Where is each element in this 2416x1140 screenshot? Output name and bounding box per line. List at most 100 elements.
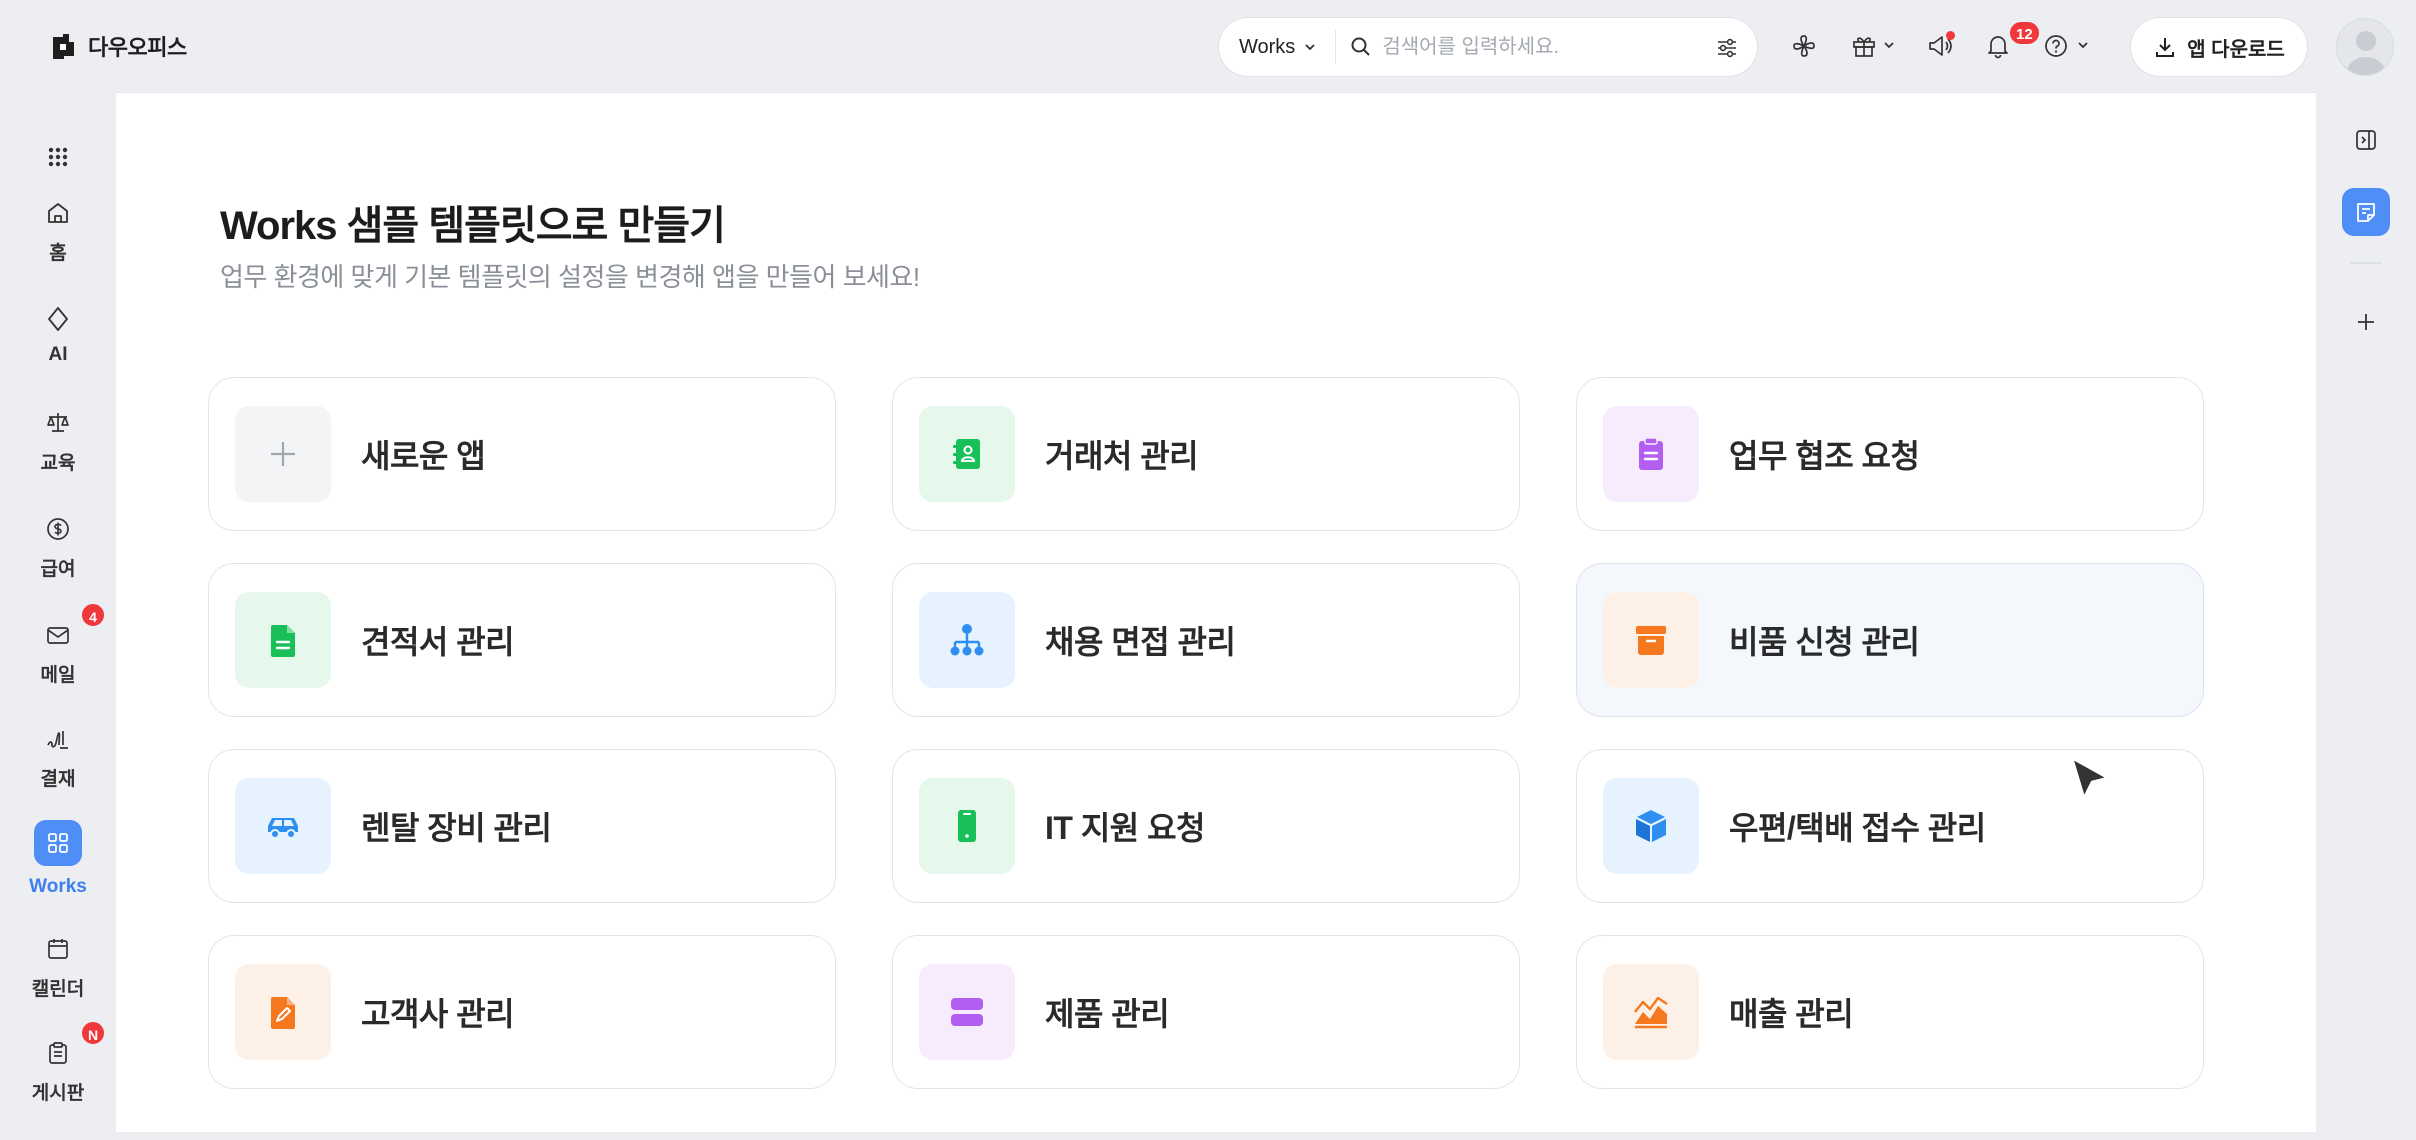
template-card-supplies-request[interactable]: 비품 신청 관리 — [1576, 563, 2204, 717]
card-icon-tile — [919, 406, 1015, 502]
template-card-rental-equipment[interactable]: 렌탈 장비 관리 — [208, 749, 836, 903]
stack-icon — [951, 998, 983, 1026]
sidebar-item-label: AI — [48, 344, 68, 365]
sidebar-item-approval[interactable]: 결재 — [0, 724, 116, 791]
document-icon — [271, 625, 295, 657]
sidebar-item-label: 홈 — [49, 243, 67, 264]
help-button[interactable] — [2040, 30, 2072, 62]
right-rail — [2316, 92, 2416, 1140]
area-chart-icon — [1634, 996, 1668, 1029]
sidebar-item-label: 결재 — [40, 769, 76, 790]
panel-toggle-icon — [2356, 130, 2376, 150]
works-grid-icon — [48, 833, 68, 853]
brand-name: 다우오피스 — [88, 35, 187, 60]
sidebar-item-mail[interactable]: 메일 4 — [0, 602, 116, 687]
search-icon — [1351, 37, 1371, 56]
contact-book-icon — [953, 439, 980, 469]
template-card-sales-management[interactable]: 매출 관리 — [1576, 935, 2204, 1089]
sidebar-item-home[interactable]: 홈 — [0, 198, 116, 265]
card-icon-tile — [1603, 778, 1699, 874]
sidebar-item-works[interactable]: Works — [0, 820, 116, 898]
sidebar-item-label: 캘린더 — [31, 979, 85, 1000]
card-title: 거래처 관리 — [1045, 438, 1199, 474]
top-header: 다우오피스 Works 검색어를 입력하세요. 12 앱 다운로드 — [0, 0, 2416, 92]
card-title: 새로운 앱 — [361, 438, 486, 474]
app-download-label: 앱 다운로드 — [2187, 38, 2285, 61]
search-input[interactable] — [1382, 35, 1713, 59]
card-icon-tile — [1603, 964, 1699, 1060]
card-icon-tile — [235, 406, 331, 502]
template-card-product-management[interactable]: 제품 관리 — [892, 935, 1520, 1089]
search-scope-dropdown[interactable]: Works — [1219, 30, 1337, 64]
sidebar-item-all-apps[interactable] — [0, 142, 116, 172]
card-title: 견적서 관리 — [361, 624, 515, 660]
board-new-badge: N — [80, 1020, 106, 1046]
signature-icon — [47, 731, 68, 749]
phone-icon — [958, 810, 976, 842]
template-card-work-cooperation-request[interactable]: 업무 협조 요청 — [1576, 377, 2204, 531]
sidebar-item-label: 메일 — [40, 665, 76, 686]
template-card-customer-management[interactable]: 고객사 관리 — [208, 935, 836, 1089]
scale-icon — [47, 413, 69, 432]
memo-button[interactable] — [2342, 188, 2390, 236]
plus-icon — [2358, 314, 2374, 330]
sidebar-item-calendar[interactable]: 캘린더 — [0, 934, 116, 1001]
chevron-down-icon — [1305, 44, 1315, 51]
home-icon — [48, 203, 68, 223]
diamond-icon — [48, 307, 68, 331]
template-card-quote-management[interactable]: 견적서 관리 — [208, 563, 836, 717]
card-title: 업무 협조 요청 — [1729, 438, 1920, 474]
avatar[interactable] — [2336, 18, 2394, 76]
plus-icon — [271, 442, 295, 466]
rail-divider — [2350, 262, 2382, 264]
gift-button[interactable] — [1848, 30, 1880, 62]
gift-icon — [1853, 37, 1875, 57]
card-icon-tile — [919, 592, 1015, 688]
org-chart-icon — [950, 624, 984, 656]
sidebar-item-board[interactable]: 게시판 N — [0, 1020, 116, 1105]
sidebar-item-label: 교육 — [40, 453, 76, 474]
brand[interactable]: 다우오피스 — [48, 30, 187, 62]
card-title: 매출 관리 — [1729, 996, 1854, 1032]
search-bar: Works — [1218, 17, 1758, 77]
template-card-recruitment-interview[interactable]: 채용 면접 관리 — [892, 563, 1520, 717]
card-title: 렌탈 장비 관리 — [361, 810, 552, 846]
sidebar-item-payroll[interactable]: 급여 — [0, 514, 116, 581]
add-widget-button[interactable] — [2342, 298, 2390, 346]
sidebar-item-label: 게시판 — [31, 1083, 85, 1104]
template-card-it-support-request[interactable]: IT 지원 요청 — [892, 749, 1520, 903]
card-title: 채용 면접 관리 — [1045, 624, 1236, 660]
template-card-client-management[interactable]: 거래처 관리 — [892, 377, 1520, 531]
clipboard-list-icon — [1639, 437, 1663, 470]
card-icon-tile — [1603, 406, 1699, 502]
app-download-button[interactable]: 앱 다운로드 — [2130, 17, 2308, 77]
user-silhouette-icon — [2346, 31, 2386, 75]
ai-assistant-button[interactable] — [1788, 30, 1820, 62]
sidebar-item-ai[interactable]: AI — [0, 304, 116, 366]
sidebar-item-education[interactable]: 교육 — [0, 408, 116, 475]
page-title: Works 샘플 템플릿으로 만들기 — [220, 204, 726, 248]
dollar-icon — [47, 518, 69, 540]
card-title: 고객사 관리 — [361, 996, 515, 1032]
notification-count-badge: 12 — [2008, 20, 2041, 46]
collapse-panel-button[interactable] — [2342, 116, 2390, 164]
card-icon-tile — [235, 592, 331, 688]
car-icon — [268, 818, 298, 839]
help-circle-icon — [2045, 35, 2067, 57]
sidebar-item-label: Works — [29, 876, 87, 897]
filter-options-icon[interactable] — [1715, 36, 1739, 60]
chevron-down-icon — [2078, 42, 2088, 49]
left-sidebar: 홈 AI 교육 급여 메일 4 결재 Works 캘린더 게시판 N — [0, 92, 116, 1140]
clipboard-icon — [49, 1042, 67, 1064]
edit-document-icon — [271, 997, 295, 1029]
download-icon — [2156, 38, 2175, 57]
page-subtitle: 업무 환경에 맞게 기본 템플릿의 설정을 변경해 앱을 만들어 보세요! — [220, 262, 920, 292]
chevron-down-icon — [1884, 42, 1894, 49]
card-icon-tile — [1603, 592, 1699, 688]
mouse-cursor-icon — [2070, 756, 2110, 800]
card-title: 우편/택배 접수 관리 — [1729, 810, 1986, 846]
card-icon-tile — [919, 778, 1015, 874]
template-card-new-app[interactable]: 새로운 앱 — [208, 377, 836, 531]
card-title: 비품 신청 관리 — [1729, 624, 1920, 660]
card-icon-tile — [919, 964, 1015, 1060]
